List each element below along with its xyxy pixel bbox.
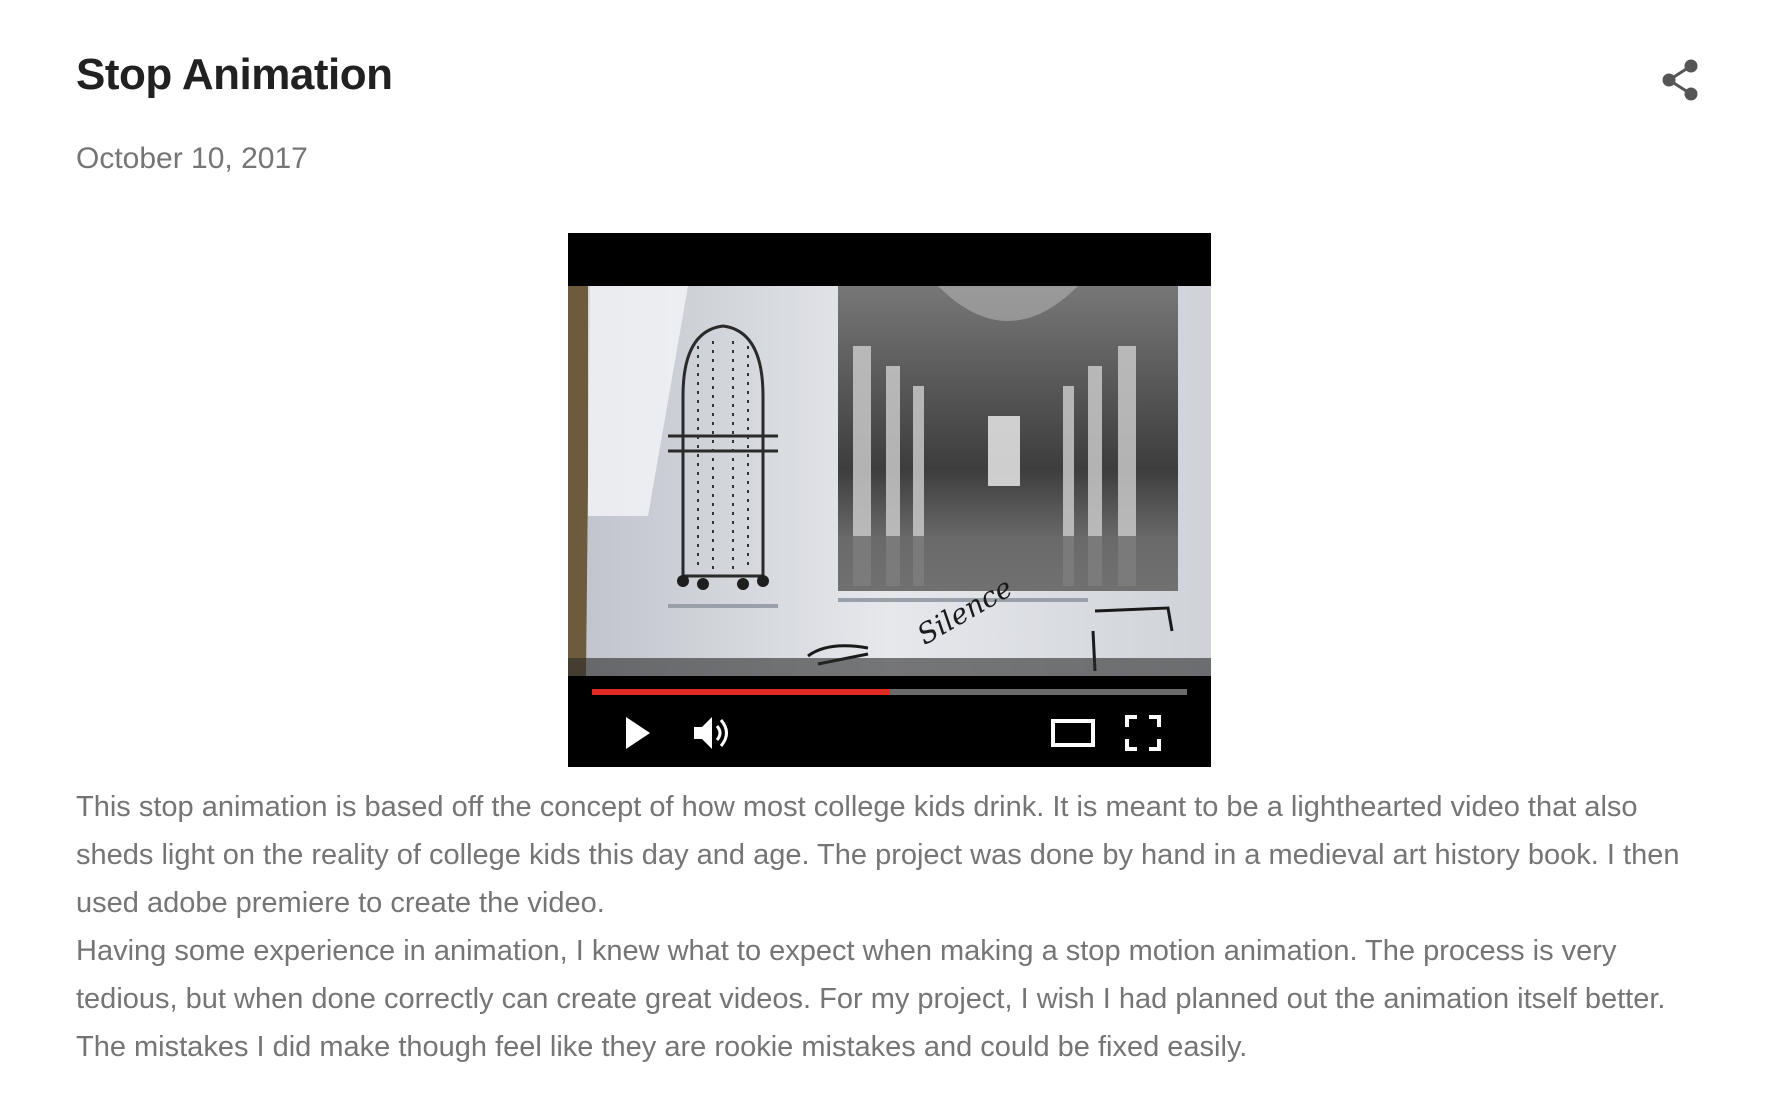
fullscreen-icon [1125, 715, 1161, 751]
post-body: This stop animation is based off the con… [76, 783, 1706, 1071]
video-frame[interactable]: Silence [568, 286, 1211, 676]
progress-fill [592, 689, 890, 695]
share-icon [1662, 59, 1698, 101]
post-paragraph: This stop animation is based off the con… [76, 791, 1680, 919]
fullscreen-button[interactable] [1123, 713, 1163, 753]
video-player[interactable]: Silence [568, 233, 1211, 767]
volume-icon [694, 717, 728, 749]
blog-post: Stop Animation October 10, 2017 Silence … [76, 0, 1706, 1110]
post-date[interactable]: October 10, 2017 [76, 142, 308, 176]
play-icon [626, 717, 650, 749]
post-paragraph: Having some experience in animation, I k… [76, 935, 1666, 1063]
post-title[interactable]: Stop Animation [76, 50, 393, 100]
theater-mode-icon [1051, 719, 1095, 747]
play-button[interactable] [618, 713, 658, 753]
progress-bar[interactable] [592, 689, 1187, 695]
volume-button[interactable] [690, 713, 738, 753]
share-button[interactable] [1656, 56, 1704, 104]
theater-mode-button[interactable] [1050, 715, 1096, 751]
video-thumbnail: Silence [568, 286, 1211, 676]
